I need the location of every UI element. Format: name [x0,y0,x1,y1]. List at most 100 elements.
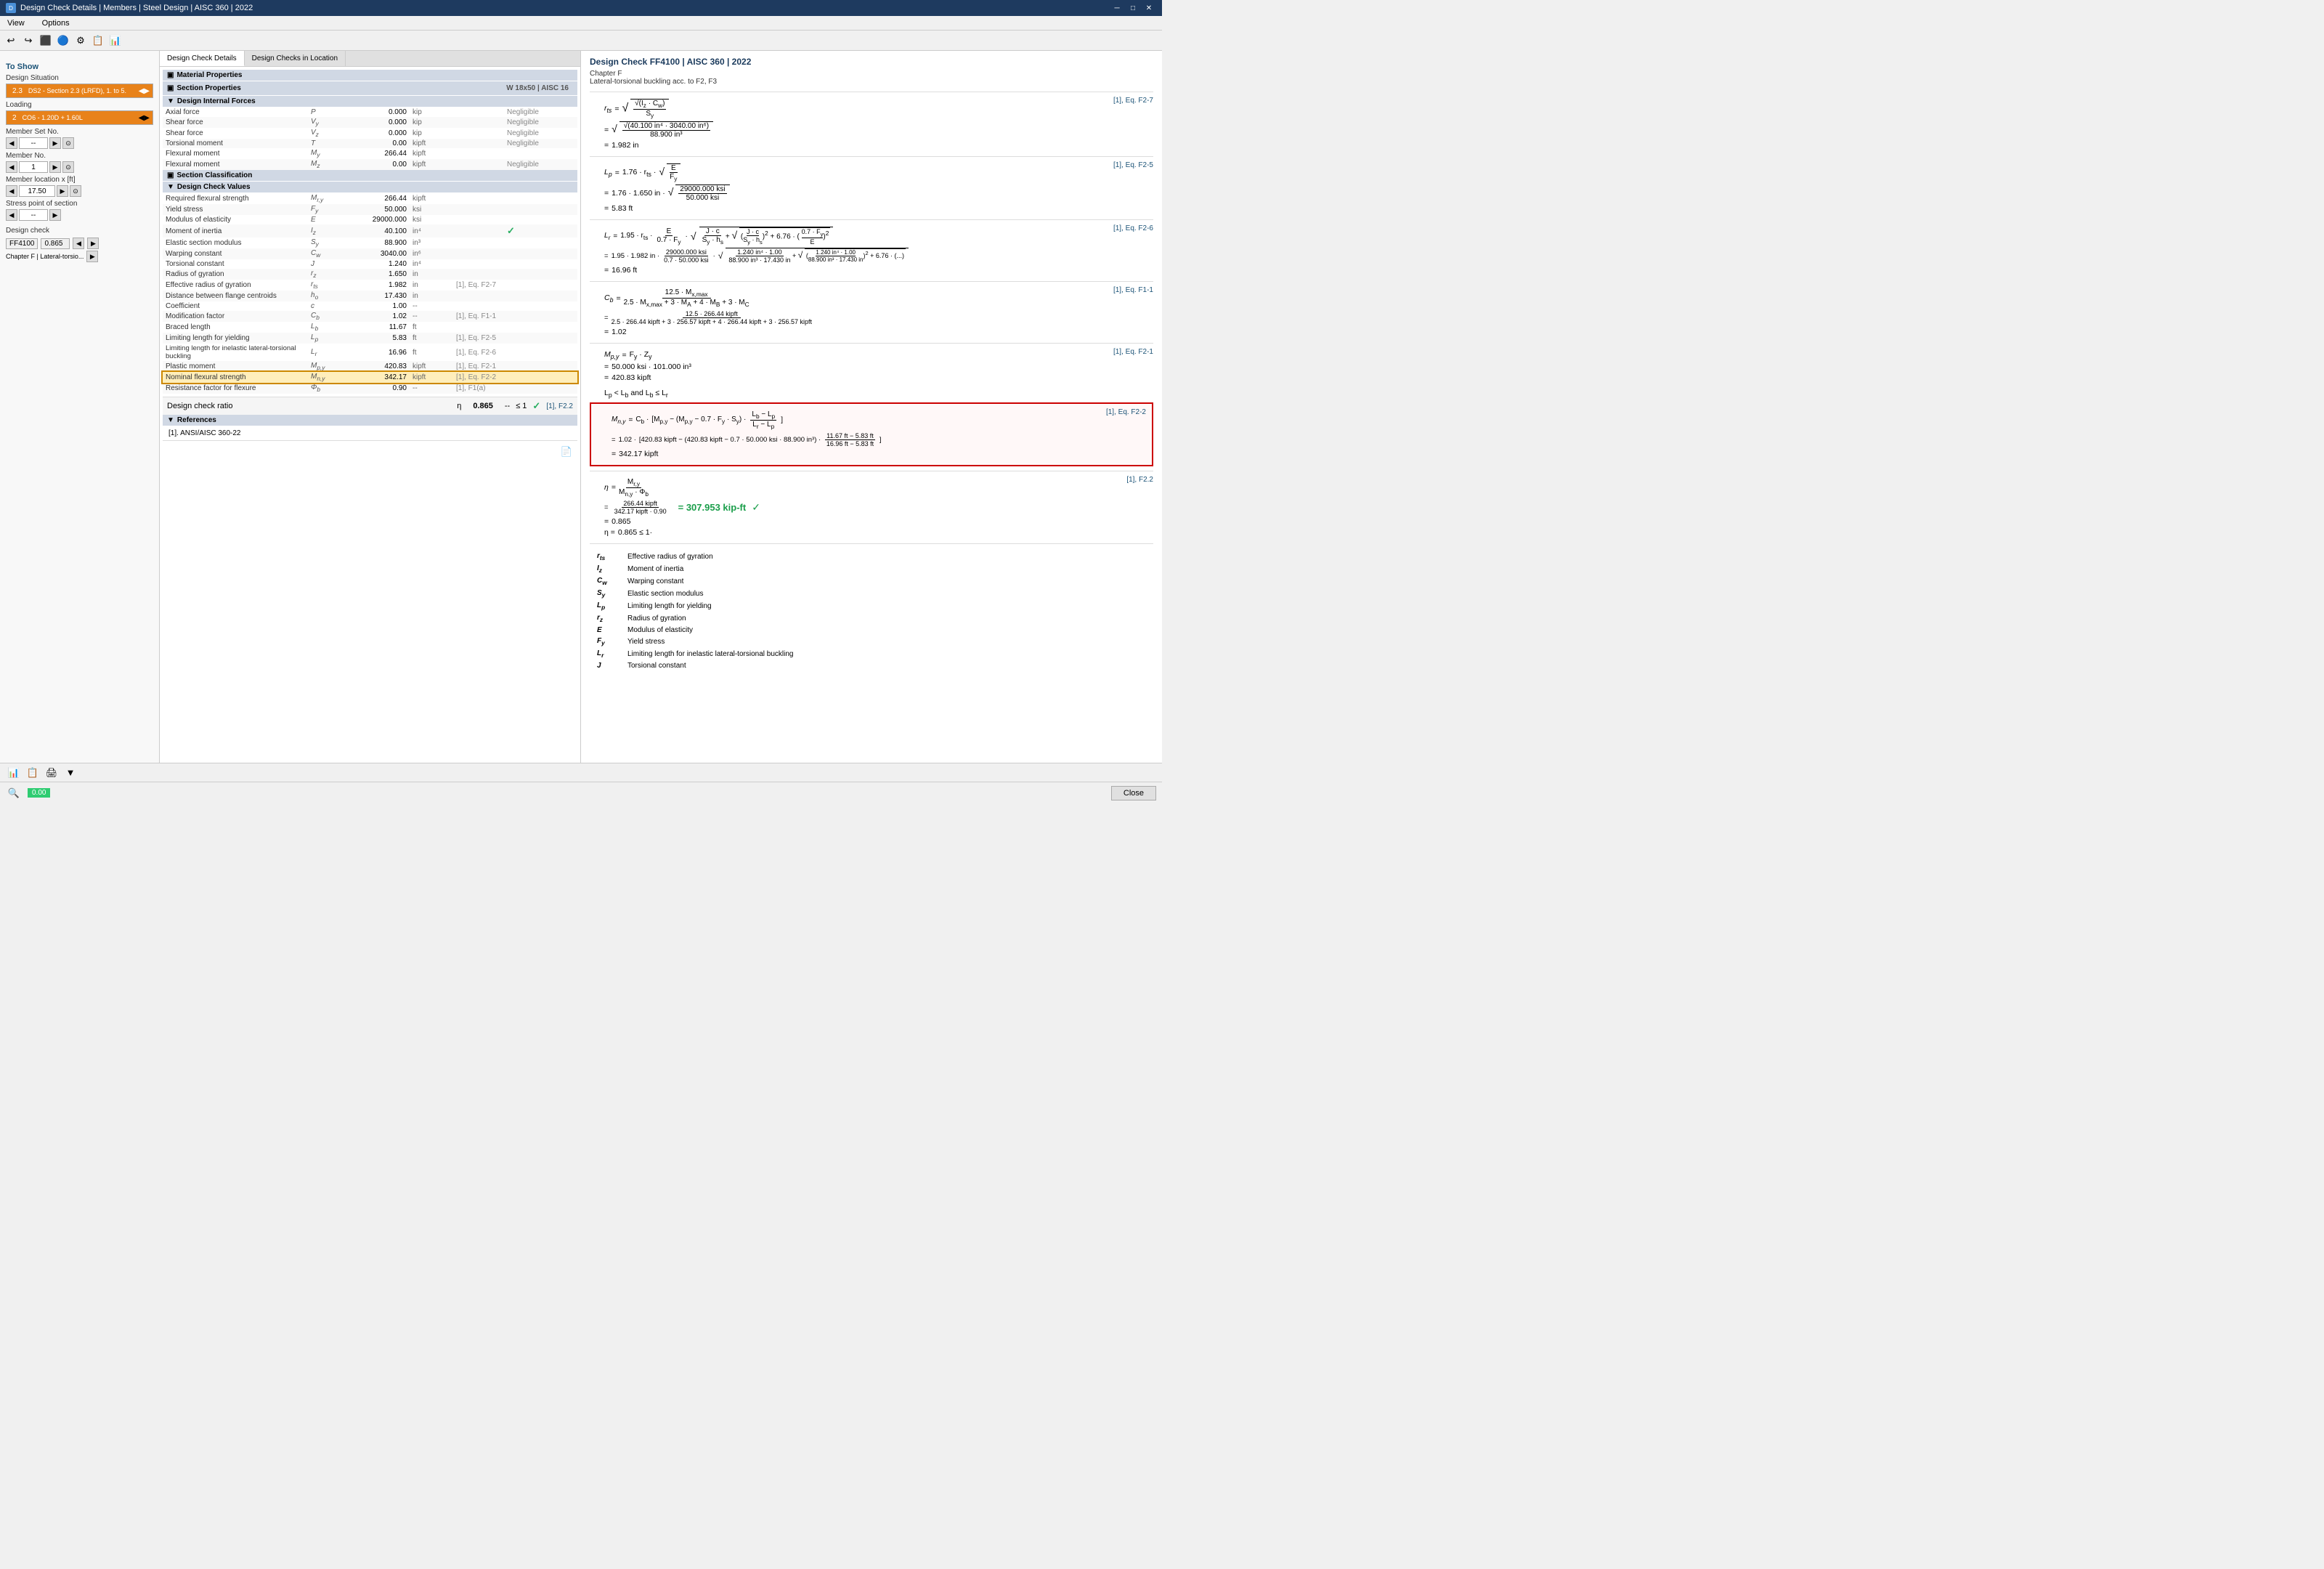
design-check-ratio: 0.865 [41,238,70,249]
divider-5 [590,343,1153,344]
cb-symbol: Cb [604,293,613,304]
mny-ref: [1], Eq. F2-2 [1106,408,1146,416]
member-loc-input[interactable] [19,185,55,197]
design-check-row: FF4100 0.865 ◀ ▶ [6,238,153,249]
section-info: W 18x50 | AISC 16 [502,83,573,94]
ratio-separator: -- [505,402,510,410]
legend-item: Sy Elastic section modulus [591,588,799,599]
toolbar-btn3[interactable]: ⬛ [38,33,54,49]
member-set-prev[interactable]: ◀ [6,137,17,149]
table-row: Flexural moment My 266.44 kipft [163,148,577,159]
table-row: Torsional constant J 1.240 in⁴ [163,259,577,269]
stress-next[interactable]: ▶ [49,209,61,221]
legend-item: E Modulus of elasticity [591,625,799,635]
section-classification-title: Section Classification [176,171,252,179]
design-check-ratio-row: Design check ratio η 0.865 -- ≤ 1 ✓ [1],… [163,397,577,415]
menu-options[interactable]: Options [38,17,74,29]
mny-symbol: Mn,y [612,415,625,425]
member-set-select[interactable]: ⊙ [62,137,74,149]
rts-formula-line: rts = √ √(Iz · Cw) Sy [604,99,1108,119]
member-no-prev[interactable]: ◀ [6,161,17,173]
toolbar-btn5[interactable]: ⚙ [73,33,89,49]
tab-design-checks-location[interactable]: Design Checks in Location [245,51,346,66]
right-toolbar-btn1[interactable]: 📊 [6,765,22,781]
legend-item: Lr Limiting length for inelastic lateral… [591,649,799,660]
member-set-input[interactable] [19,137,48,149]
mny-result: 342.17 kipft [619,450,658,458]
member-no-next[interactable]: ▶ [49,161,61,173]
close-button[interactable]: Close [1111,786,1156,800]
design-check-chapter-nav[interactable]: ▶ [86,251,98,262]
tab-design-check-details[interactable]: Design Check Details [160,51,245,66]
member-loc-prev[interactable]: ◀ [6,185,17,197]
material-properties-header[interactable]: ▣ Material Properties [163,70,577,81]
eta-result: 0.865 [612,517,630,526]
title-bar: D Design Check Details | Members | Steel… [0,0,1162,16]
table-row: Modulus of elasticity E 29000.000 ksi [163,215,577,224]
window-title: Design Check Details | Members | Steel D… [20,4,253,12]
right-toolbar-btn4[interactable]: ▼ [62,765,78,781]
member-loc-jump[interactable]: ⊙ [70,185,81,197]
toolbar-undo[interactable]: ↩ [3,33,19,49]
tab-bar: Design Check Details Design Checks in Lo… [160,51,580,67]
stress-input[interactable] [19,209,48,221]
bottom-search-btn[interactable]: 🔍 [6,785,22,801]
minimize-button[interactable]: ─ [1110,2,1124,14]
right-toolbar-btn3[interactable]: 🖨 [44,765,60,781]
maximize-button[interactable]: □ [1126,2,1140,14]
design-situation-dropdown[interactable]: 2.3 DS2 - Section 2.3 (LRFD), 1. to 5. ◀… [6,84,153,98]
nominal-flexural-strength-row: Nominal flexural strength Mn,y 342.17 ki… [163,372,577,383]
section-classification-header[interactable]: ▣ Section Classification [163,170,577,181]
divider-2 [590,156,1153,157]
toolbar-btn7[interactable]: 📊 [107,33,123,49]
references-header[interactable]: ▼ References [163,415,577,426]
member-set-next[interactable]: ▶ [49,137,61,149]
member-loc-label: Member location x [ft] [6,176,153,184]
member-loc-next[interactable]: ▶ [57,185,68,197]
internal-forces-table: Axial force P 0.000 kip Negligible Shear… [163,108,577,170]
table-row: Coefficient c 1.00 -- [163,301,577,311]
member-set-label: Member Set No. [6,128,153,136]
design-check-values-header[interactable]: ▼ Design Check Values [163,182,577,192]
stress-prev[interactable]: ◀ [6,209,17,221]
main-content: To Show Design Situation 2.3 DS2 - Secti… [0,51,1162,763]
member-set-nav: ◀ ▶ ⊙ [6,137,153,149]
menu-view[interactable]: View [3,17,29,29]
section-properties-header[interactable]: ▣ Section Properties W 18x50 | AISC 16 [163,81,577,95]
cb-result-line: = 1.02 [604,328,1108,336]
mpy-symbol: Mp,y [604,350,619,360]
close-button[interactable]: ✕ [1142,2,1156,14]
eta-calc-line: = 266.44 kipft 342.17 kipft · 0.90 = 307… [604,500,1121,515]
lp-ref: [1], Eq. F2-5 [1113,161,1153,169]
center-scroll[interactable]: ▣ Material Properties ▣ Section Properti… [160,67,580,763]
left-panel: To Show Design Situation 2.3 DS2 - Secti… [0,51,160,763]
cb-ref: [1], Eq. F1-1 [1113,286,1153,294]
member-loc-nav: ◀ ▶ ⊙ [6,185,153,197]
to-show-title: To Show [6,62,153,71]
design-situation-value: DS2 - Section 2.3 (LRFD), 1. to 5. [28,87,139,94]
center-export-btn[interactable]: 📄 [558,444,574,460]
design-check-prev[interactable]: ◀ [73,238,84,249]
cb-formula-block: Cb = 12.5 · Mx,max 2.5 · Mx,max + 3 · MA… [590,286,1153,338]
member-no-input[interactable] [19,161,48,173]
design-check-code: FF4100 [6,238,38,249]
bottom-bar: 🔍 0.00 Close [0,782,1162,803]
toolbar-btn4[interactable]: 🔵 [55,33,71,49]
legend-item: Fy Yield stress [591,636,799,647]
right-bottom-toolbar: 📊 📋 🖨 ▼ [0,763,1162,782]
design-internal-forces-header[interactable]: ▼ Design Internal Forces [163,96,577,107]
chapter-name: Chapter F [590,70,622,78]
design-check-next[interactable]: ▶ [87,238,99,249]
lr-result-line: = 16.96 ft [604,266,1108,275]
lr-formula-line: Lr = 1.95 · rts · E 0.7 · Fy · √ J · c S… [604,227,1108,246]
center-bottom-toolbar: 📄 [163,440,577,463]
toolbar-btn6[interactable]: 📋 [90,33,106,49]
table-row: Plastic moment Mp,y 420.83 kipft [1], Eq… [163,361,577,372]
member-no-select[interactable]: ⊙ [62,161,74,173]
right-toolbar-btn2[interactable]: 📋 [25,765,41,781]
divider-3 [590,219,1153,220]
toolbar-redo[interactable]: ↪ [20,33,36,49]
loading-dropdown[interactable]: 2 CO6 - 1.20D + 1.60L ◀▶ [6,110,153,125]
table-row: Axial force P 0.000 kip Negligible [163,108,577,117]
table-row: Radius of gyration rz 1.650 in [163,269,577,280]
